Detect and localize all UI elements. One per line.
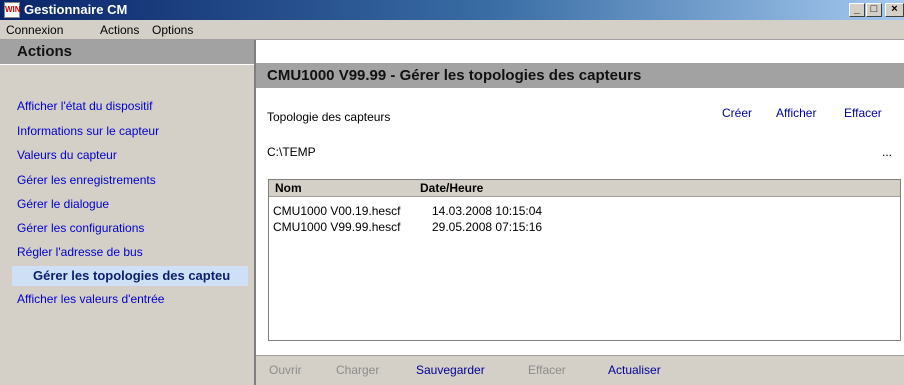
- menu-options[interactable]: Options: [152, 23, 193, 37]
- sidebar-item-sensor-topologies[interactable]: Gérer les topologies des capteu: [12, 266, 248, 286]
- sidebar-item-recordings[interactable]: Gérer les enregistrements: [17, 173, 156, 187]
- maximize-button[interactable]: □: [866, 3, 882, 17]
- menu-actions[interactable]: Actions: [100, 23, 139, 37]
- menu-bar: Connexion Actions Options: [0, 20, 904, 40]
- open-button[interactable]: Ouvrir: [269, 363, 302, 377]
- cell-datetime: 14.03.2008 10:15:04: [432, 204, 543, 218]
- browse-button[interactable]: ...: [882, 145, 892, 159]
- app-window: WIN Gestionnaire CM _ □ × Connexion Acti…: [0, 0, 904, 385]
- path-field: C:\TEMP: [267, 145, 316, 159]
- bottom-toolbar: Ouvrir Charger Sauvegarder Effacer Actua…: [256, 355, 904, 385]
- sidebar-item-dialogue[interactable]: Gérer le dialogue: [17, 197, 109, 211]
- save-button[interactable]: Sauvegarder: [416, 363, 485, 377]
- column-header-name[interactable]: Nom: [275, 181, 302, 195]
- title-bar[interactable]: WIN Gestionnaire CM _ □ ×: [0, 0, 904, 20]
- sidebar-title: Actions: [17, 43, 73, 60]
- show-button[interactable]: Afficher: [776, 106, 816, 120]
- app-icon: WIN: [4, 2, 21, 18]
- main-panel: CMU1000 V99.99 - Gérer les topologies de…: [256, 40, 904, 385]
- cell-datetime: 29.05.2008 07:15:16: [432, 220, 543, 234]
- delete-button[interactable]: Effacer: [528, 363, 566, 377]
- delete-topology-button[interactable]: Effacer: [844, 106, 882, 120]
- cell-filename: CMU1000 V00.19.hescf: [273, 204, 401, 218]
- create-button[interactable]: Créer: [722, 106, 752, 120]
- file-list[interactable]: Nom Date/Heure CMU1000 V00.19.hescf 14.0…: [268, 179, 901, 341]
- close-button[interactable]: ×: [885, 3, 904, 17]
- refresh-button[interactable]: Actualiser: [608, 363, 661, 377]
- sidebar-item-input-values[interactable]: Afficher les valeurs d'entrée: [17, 292, 164, 306]
- menu-connexion[interactable]: Connexion: [6, 23, 63, 37]
- sidebar-item-device-status[interactable]: Afficher l'état du dispositif: [17, 99, 152, 113]
- page-title: CMU1000 V99.99 - Gérer les topologies de…: [267, 67, 642, 84]
- section-label: Topologie des capteurs: [267, 110, 391, 124]
- sidebar-item-sensor-values[interactable]: Valeurs du capteur: [17, 148, 117, 162]
- cell-filename: CMU1000 V99.99.hescf: [273, 220, 401, 234]
- sidebar-item-configurations[interactable]: Gérer les configurations: [17, 221, 144, 235]
- sidebar-item-bus-address[interactable]: Régler l'adresse de bus: [17, 245, 143, 259]
- load-button[interactable]: Charger: [336, 363, 379, 377]
- main-header: CMU1000 V99.99 - Gérer les topologies de…: [256, 63, 904, 88]
- actions-sidebar: Actions Afficher l'état du dispositif In…: [0, 40, 254, 385]
- sidebar-item-sensor-info[interactable]: Informations sur le capteur: [17, 124, 159, 138]
- column-header-datetime[interactable]: Date/Heure: [420, 181, 483, 195]
- window-title: Gestionnaire CM: [24, 2, 128, 17]
- file-list-header: Nom Date/Heure: [269, 180, 900, 197]
- minimize-button[interactable]: _: [849, 3, 865, 17]
- sidebar-header: Actions: [0, 40, 254, 65]
